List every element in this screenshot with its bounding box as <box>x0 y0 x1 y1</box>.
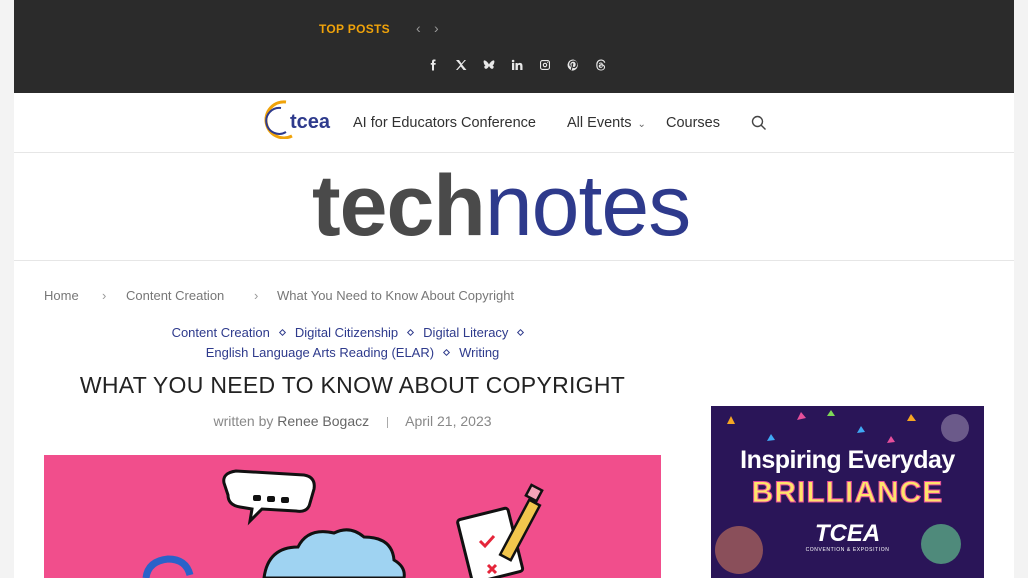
chevron-down-icon: ⌄ <box>637 119 646 130</box>
masthead: technotes <box>14 153 1014 261</box>
category-list: English Language Arts Reading (ELAR) Writ… <box>44 345 661 360</box>
nav-item-courses[interactable]: Courses <box>666 115 720 131</box>
chevron-right-icon: › <box>102 288 107 303</box>
publish-date: April 21, 2023 <box>405 413 492 429</box>
breadcrumb-category[interactable]: Content Creation <box>126 288 224 303</box>
nav-item-label: All Events <box>567 115 632 131</box>
chevron-left-icon[interactable]: ‹ <box>416 20 421 36</box>
linkedin-icon[interactable] <box>503 57 531 73</box>
nav-item-ai-conference[interactable]: AI for Educators Conference <box>353 115 536 131</box>
nav-item-all-events[interactable]: All Events ⌄ <box>567 115 646 131</box>
nav-item-label: AI for Educators Conference <box>353 115 536 131</box>
author-link[interactable]: Renee Bogacz <box>277 413 369 429</box>
x-icon[interactable] <box>447 57 475 73</box>
category-link[interactable]: Writing <box>459 345 499 360</box>
page: TOP POSTS ‹ › tcea AI for Educators Conf… <box>14 0 1014 578</box>
ad-line-2: BRILLIANCE <box>751 476 944 510</box>
sidebar-ad-banner[interactable]: Inspiring Everyday BRILLIANCE TCEA CONVE… <box>711 406 984 578</box>
main-nav: tcea AI for Educators Conference All Eve… <box>14 93 1014 153</box>
threads-icon[interactable] <box>587 57 615 73</box>
diamond-separator-icon <box>278 328 286 337</box>
ad-subtitle: CONVENTION & EXPOSITION <box>805 547 890 553</box>
diamond-separator-icon <box>443 348 451 357</box>
diamond-separator-icon <box>517 328 525 337</box>
ad-brand: TCEA <box>814 520 881 547</box>
chevron-right-icon[interactable]: › <box>434 20 439 36</box>
byline-divider <box>387 416 388 428</box>
category-link[interactable]: Digital Literacy <box>423 325 508 340</box>
category-link[interactable]: Content Creation <box>172 325 270 340</box>
copyright-illustration <box>142 469 544 578</box>
top-posts-label: TOP POSTS <box>319 22 390 36</box>
site-logo[interactable]: technotes <box>312 158 691 254</box>
category-link[interactable]: English Language Arts Reading (ELAR) <box>206 345 434 360</box>
category-list: Content Creation Digital Citizenship Digit… <box>44 325 661 340</box>
bluesky-icon[interactable] <box>475 57 503 73</box>
chevron-right-icon: › <box>254 288 259 303</box>
breadcrumb-current: What You Need to Know About Copyright <box>277 288 515 303</box>
top-bar: TOP POSTS ‹ › <box>14 0 1014 93</box>
diamond-separator-icon <box>407 328 415 337</box>
facebook-icon[interactable] <box>419 57 447 73</box>
logo-text: tcea <box>290 111 331 133</box>
instagram-icon[interactable] <box>531 57 559 73</box>
ad-line-1: Inspiring Everyday <box>740 446 955 474</box>
nav-item-label: Courses <box>666 115 720 131</box>
pinterest-icon[interactable] <box>559 57 587 73</box>
search-icon[interactable] <box>751 115 767 131</box>
article-title: WHAT YOU NEED TO KNOW ABOUT COPYRIGHT <box>79 372 626 398</box>
written-by-label: written by <box>213 413 274 429</box>
brand-tech: tech <box>312 158 486 254</box>
byline: written by Renee Bogacz April 21, 2023 <box>44 413 661 429</box>
brand-notes: notes <box>484 158 691 254</box>
social-links <box>419 57 615 73</box>
featured-image <box>44 455 661 578</box>
category-link[interactable]: Digital Citizenship <box>295 325 398 340</box>
tcea-logo[interactable]: tcea <box>256 99 338 139</box>
breadcrumb-home[interactable]: Home <box>44 288 79 303</box>
